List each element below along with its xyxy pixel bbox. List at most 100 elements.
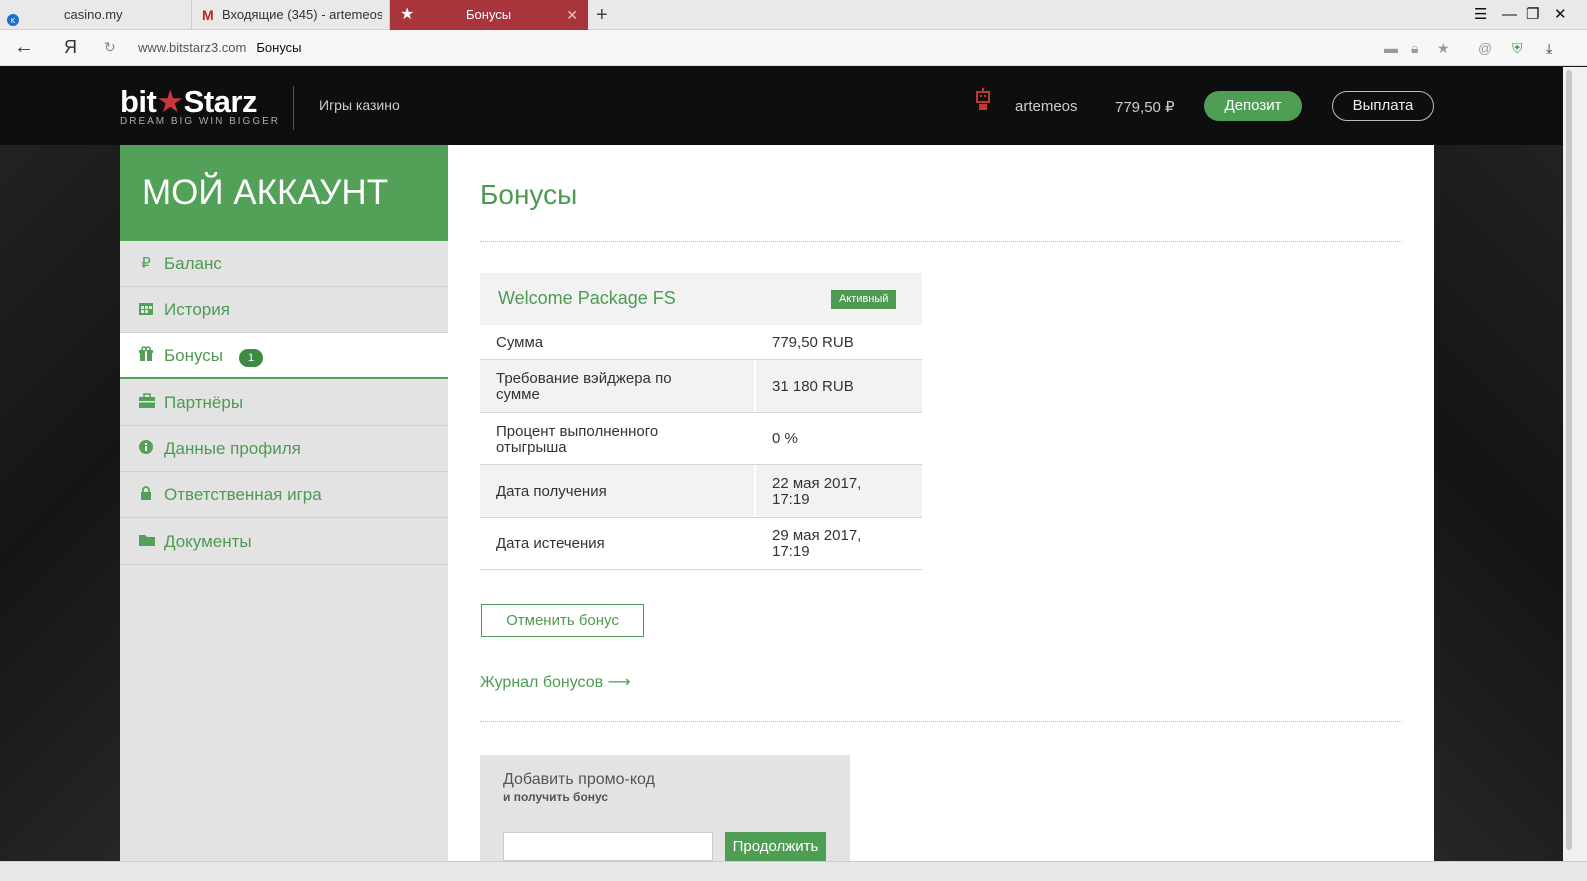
bookmark-star-icon[interactable]: ★: [1437, 40, 1450, 57]
cancel-bonus-button[interactable]: Отменить бонус: [481, 604, 644, 637]
sidebar-item-partners[interactable]: Партнёры: [120, 380, 448, 426]
promo-title: Добавить промо-код: [503, 771, 655, 788]
close-icon[interactable]: ✕: [566, 0, 578, 30]
logo-bit: bit: [120, 84, 157, 119]
row-label-cont: отыгрыша: [496, 439, 567, 456]
bonus-name: Welcome Package FS: [498, 288, 676, 308]
gmail-icon: M: [202, 7, 214, 23]
url-title: Бонусы: [256, 40, 302, 55]
calendar-icon: [138, 300, 154, 316]
table-row: Дата получения 22 мая 2017, 17:19: [480, 465, 922, 518]
star-icon: ★: [400, 6, 415, 23]
divider: [480, 721, 1402, 722]
divider: [480, 241, 1402, 242]
withdraw-button[interactable]: Выплата: [1332, 91, 1434, 121]
tab-casino[interactable]: K casino.my: [0, 0, 192, 30]
promo-continue-button[interactable]: Продолжить: [725, 832, 826, 861]
ruble-icon: ₽: [141, 255, 151, 272]
sidebar-item-responsible-gaming[interactable]: Ответственная игра: [120, 472, 448, 518]
header-divider: [293, 86, 294, 130]
avatar-robot-icon[interactable]: [974, 88, 992, 114]
logo-starz: Starz: [183, 84, 258, 119]
row-value: 29 мая 2017,: [772, 527, 862, 544]
row-label-cell: Дата получения: [480, 465, 754, 517]
row-label: Дата истечения: [496, 535, 605, 552]
svg-text:K: K: [11, 17, 16, 25]
account-sidebar: МОЙ АККАУНТ ₽ Баланс История Бонусы 1 Па…: [120, 145, 448, 861]
row-value-cell: 29 мая 2017, 17:19: [756, 518, 922, 569]
sidebar-item-bonuses[interactable]: Бонусы 1: [120, 333, 448, 379]
tab-label: Бонусы: [466, 7, 512, 22]
deposit-button[interactable]: Депозит: [1204, 91, 1302, 121]
sidebar-item-history[interactable]: История: [120, 287, 448, 333]
sidebar-item-documents[interactable]: Документы: [120, 519, 448, 565]
account-title-block: МОЙ АККАУНТ: [120, 145, 448, 241]
sidebar-item-profile[interactable]: Данные профиля: [120, 426, 448, 472]
new-tab-button[interactable]: +: [596, 0, 608, 30]
gift-icon: [138, 346, 154, 362]
row-label-cell: Процент выполненного отыгрыша: [480, 413, 754, 464]
table-row: Процент выполненного отыгрыша 0 %: [480, 413, 922, 465]
row-value: 22 мая 2017,: [772, 475, 862, 492]
at-icon[interactable]: @: [1478, 40, 1492, 56]
scrollbar-thumb[interactable]: [1566, 70, 1572, 850]
sidebar-item-label: Партнёры: [164, 393, 244, 412]
bonus-journal-link[interactable]: Журнал бонусов ⟶: [480, 672, 631, 692]
yandex-button[interactable]: Я: [64, 37, 77, 58]
main-content: Бонусы Welcome Package FS Активный Сумма…: [448, 145, 1434, 861]
shield-icon[interactable]: ⛨: [1512, 40, 1523, 57]
background-right: [1434, 145, 1563, 861]
sidebar-item-label: Ответственная игра: [164, 485, 322, 504]
close-window-icon[interactable]: ✕: [1554, 0, 1567, 30]
taskbar: [0, 861, 1587, 881]
header-balance: 779,50 ₽: [1115, 99, 1175, 116]
account-title: МОЙ АККАУНТ: [142, 173, 389, 212]
sidebar-item-label: Данные профиля: [164, 439, 301, 458]
menu-icon[interactable]: ☰: [1474, 0, 1487, 30]
row-value: 31 180 RUB: [772, 378, 854, 395]
sidebar-item-balance[interactable]: ₽ Баланс: [120, 241, 448, 287]
lock-icon[interactable]: 🔒︎: [1411, 40, 1418, 57]
username[interactable]: artemeos: [1015, 98, 1078, 115]
row-value-cell: 31 180 RUB: [756, 360, 922, 412]
table-row: Сумма 779,50 RUB: [480, 325, 922, 360]
tab-bonuses[interactable]: ★ Бонусы ✕: [390, 0, 588, 30]
restore-icon[interactable]: ❐: [1526, 0, 1539, 30]
promo-subtitle: и получить бонус: [503, 790, 609, 804]
row-label-cell: Требование вэйджера по сумме: [480, 360, 754, 412]
status-badge: Активный: [831, 290, 897, 309]
folder-icon: [138, 532, 155, 548]
row-label: Дата получения: [496, 483, 607, 500]
casino-games-link[interactable]: Игры казино: [319, 97, 400, 113]
table-row: Дата истечения 29 мая 2017, 17:19: [480, 518, 922, 570]
row-value: 779,50 RUB: [772, 334, 854, 351]
url-field[interactable]: www.bitstarz3.com Бонусы: [138, 40, 302, 55]
logo-star-icon: ★: [156, 84, 184, 119]
logo-tagline: DREAM BIG WIN BIGGER: [120, 116, 281, 127]
row-value-cont: 17:19: [772, 543, 810, 560]
promo-code-box: Добавить промо-код и получить бонус Прод…: [480, 755, 850, 861]
tab-label: Входящие (345) - artemeos2: [222, 7, 382, 22]
briefcase-icon: [138, 393, 155, 409]
page-title: Бонусы: [480, 179, 578, 210]
lock-icon: [138, 485, 154, 501]
promo-code-input[interactable]: [503, 832, 713, 861]
minimize-icon[interactable]: —: [1502, 0, 1517, 30]
comment-icon[interactable]: ▬: [1384, 40, 1398, 56]
table-row: Требование вэйджера по сумме 31 180 RUB: [480, 360, 922, 413]
row-value-cell: 0 %: [756, 413, 922, 464]
bonus-card-header: Welcome Package FS Активный: [480, 273, 922, 325]
download-icon[interactable]: ⤓: [1546, 40, 1552, 57]
row-label-cell: Дата истечения: [480, 518, 754, 569]
tab-mail[interactable]: M Входящие (345) - artemeos2: [192, 0, 390, 30]
tab-label: casino.my: [64, 7, 123, 22]
sidebar-item-label: Баланс: [164, 254, 222, 273]
row-label-cell: Сумма: [480, 325, 754, 359]
bonus-count-badge: 1: [239, 349, 263, 367]
site-favicon-icon: K: [6, 8, 20, 26]
back-arrow-icon[interactable]: ←: [14, 36, 34, 59]
reload-icon[interactable]: ↻: [104, 39, 116, 56]
background-left: [0, 145, 120, 861]
bitstarz-logo[interactable]: bit★Starz: [120, 84, 257, 120]
row-label: Требование вэйджера по: [496, 370, 672, 387]
